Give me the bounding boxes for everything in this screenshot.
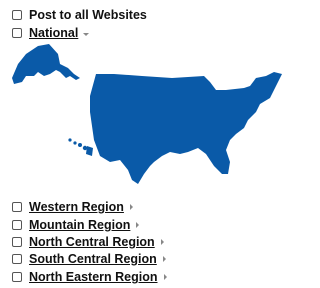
region-row-north-eastern[interactable]: North Eastern Region — [12, 269, 167, 285]
region-row-mountain[interactable]: Mountain Region — [12, 217, 140, 233]
region-link-north-central[interactable]: North Central Region — [29, 234, 155, 250]
region-link-mountain[interactable]: Mountain Region — [29, 217, 130, 233]
post-to-all-websites-checkbox[interactable] — [12, 10, 22, 20]
alaska-shape[interactable] — [12, 44, 80, 84]
chevron-right-icon[interactable] — [163, 274, 167, 280]
region-checkbox[interactable] — [12, 272, 22, 282]
hawaii-shape[interactable] — [68, 138, 93, 156]
region-checkbox[interactable] — [12, 202, 22, 212]
region-row-western[interactable]: Western Region — [12, 199, 133, 215]
region-checkbox[interactable] — [12, 254, 22, 264]
chevron-right-icon[interactable] — [160, 239, 164, 245]
region-link-north-eastern[interactable]: North Eastern Region — [29, 269, 158, 285]
region-checkbox[interactable] — [12, 237, 22, 247]
region-link-south-central[interactable]: South Central Region — [29, 251, 157, 267]
contiguous-us-shape[interactable] — [90, 72, 282, 184]
region-row-north-central[interactable]: North Central Region — [12, 234, 164, 250]
region-link-western[interactable]: Western Region — [29, 199, 124, 215]
region-row-south-central[interactable]: South Central Region — [12, 251, 166, 267]
region-checkbox[interactable] — [12, 220, 22, 230]
chevron-right-icon[interactable] — [129, 204, 133, 210]
post-to-all-websites-row[interactable]: Post to all Websites — [12, 7, 147, 23]
usa-map-icon[interactable] — [0, 34, 288, 194]
chevron-right-icon[interactable] — [136, 222, 140, 228]
post-to-all-websites-label: Post to all Websites — [29, 8, 147, 22]
chevron-right-icon[interactable] — [162, 256, 166, 262]
